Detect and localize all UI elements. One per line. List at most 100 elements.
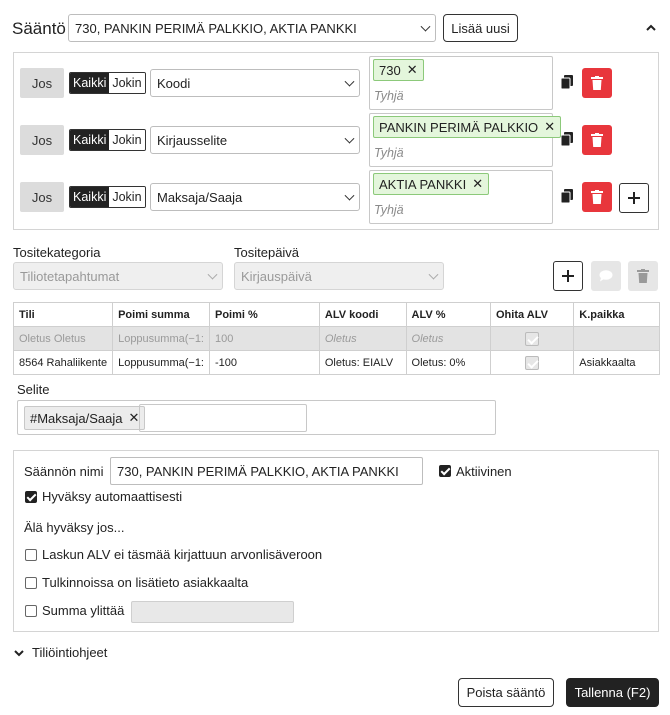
chevron-down-icon: [344, 76, 355, 87]
delete-condition-button[interactable]: [582, 125, 612, 155]
selite-tag: #Maksaja/Saaja ✕: [24, 406, 146, 430]
category-label: Tositekategoria: [13, 245, 101, 260]
toggle-any[interactable]: Jokin: [109, 130, 145, 150]
vat-mismatch-checkbox[interactable]: [25, 549, 37, 561]
column-header: Ohita ALV: [489, 302, 575, 327]
copy-icon[interactable]: [561, 132, 573, 146]
active-label: Aktiivinen: [456, 464, 512, 479]
condition-field-value: Kirjausselite: [157, 132, 228, 148]
table-cell[interactable]: Oletus: 0%: [405, 350, 491, 375]
selite-field[interactable]: #Maksaja/Saaja ✕: [17, 400, 496, 435]
condition-field-value: Koodi: [157, 75, 191, 91]
selite-label: Selite: [17, 382, 50, 397]
remove-tag-icon[interactable]: ✕: [129, 410, 140, 426]
condition-field-value: Maksaja/Saaja: [157, 189, 243, 205]
trash-icon: [591, 133, 603, 147]
active-checkbox[interactable]: [439, 465, 451, 477]
value-tag: 730 ✕: [373, 59, 424, 81]
date-label: Tositepäivä: [234, 245, 300, 260]
table-cell: [573, 326, 660, 351]
value-placeholder: Tyhjä: [374, 203, 404, 217]
condition-value-box[interactable]: PANKIN PERIMÄ PALKKIO ✕ Tyhjä: [369, 113, 562, 167]
auto-approve-checkbox[interactable]: [25, 491, 37, 503]
condition-value-box[interactable]: AKTIA PANKKI ✕ Tyhjä: [369, 170, 553, 224]
add-condition-button[interactable]: [619, 183, 649, 213]
extra-info-label: Tulkinnoissa on lisätieto asiakkaalta: [42, 575, 249, 590]
chevron-down-icon: [420, 21, 431, 32]
skip-vat-checkbox: [525, 355, 540, 370]
chevron-down-icon: [428, 269, 439, 280]
column-header: K.paikka: [573, 302, 660, 327]
table-row[interactable]: 8564 Rahaliikente Loppusumma(−1: -100 Ol…: [12, 350, 660, 375]
toggle-all[interactable]: Kaikki: [70, 130, 110, 150]
remove-tag-icon[interactable]: ✕: [472, 176, 483, 192]
table-cell[interactable]: Loppusumma(−1:: [112, 350, 210, 375]
toggle-any[interactable]: Jokin: [109, 187, 145, 207]
save-button[interactable]: Tallenna (F2): [566, 678, 659, 707]
delete-rule-button[interactable]: Poista sääntö: [458, 678, 554, 707]
column-header: ALV koodi: [318, 302, 407, 327]
copy-icon[interactable]: [561, 189, 573, 203]
extra-info-checkbox[interactable]: [25, 577, 37, 589]
toggle-any[interactable]: Jokin: [109, 73, 145, 93]
delete-row-button: [628, 261, 658, 291]
comment-button: [591, 261, 621, 291]
add-new-button[interactable]: Lisää uusi: [443, 14, 518, 42]
skip-vat-cell: [489, 326, 575, 351]
instructions-toggle[interactable]: Tiliöintiohjeet: [32, 645, 107, 660]
toggle-all[interactable]: Kaikki: [70, 73, 110, 93]
sum-exceeds-input: [131, 601, 294, 623]
match-toggle[interactable]: Kaikki Jokin: [69, 72, 146, 94]
table-cell[interactable]: Oletus: EIALV: [318, 350, 407, 375]
table-cell[interactable]: Asiakkaalta: [573, 350, 660, 375]
condition-value-box[interactable]: 730 ✕ Tyhjä: [369, 56, 553, 110]
trash-icon: [637, 269, 649, 283]
category-select: Tiliotetapahtumat: [13, 262, 223, 290]
chevron-up-icon[interactable]: [645, 23, 657, 33]
chevron-down-icon[interactable]: [14, 649, 24, 657]
table-cell: Oletus: [318, 326, 407, 351]
table-cell[interactable]: -100: [209, 350, 320, 375]
vat-mismatch-label: Laskun ALV ei täsmää kirjattuun arvonlis…: [42, 547, 323, 562]
value-placeholder: Tyhjä: [374, 146, 404, 160]
column-header: Poimi %: [209, 302, 320, 327]
column-header: ALV %: [405, 302, 491, 327]
remove-tag-icon[interactable]: ✕: [544, 119, 555, 135]
table-row: Oletus Oletus Loppusumma(−1: 100 Oletus …: [12, 326, 660, 351]
value-tag-label: 730: [379, 62, 401, 78]
sum-exceeds-checkbox[interactable]: [25, 605, 37, 617]
plus-icon: [628, 192, 640, 204]
delete-condition-button[interactable]: [582, 68, 612, 98]
condition-jos-label: Jos: [20, 68, 64, 98]
add-row-button[interactable]: [553, 261, 583, 291]
delete-condition-button[interactable]: [582, 182, 612, 212]
rule-select[interactable]: 730, PANKIN PERIMÄ PALKKIO, AKTIA PANKKI: [68, 14, 436, 42]
match-toggle[interactable]: Kaikki Jokin: [69, 186, 146, 208]
chevron-down-icon: [207, 269, 218, 280]
match-toggle[interactable]: Kaikki Jokin: [69, 129, 146, 151]
category-value: Tiliotetapahtumat: [20, 268, 120, 284]
selite-input[interactable]: [139, 404, 307, 432]
toggle-all[interactable]: Kaikki: [70, 187, 110, 207]
table-cell: 100: [209, 326, 320, 351]
remove-tag-icon[interactable]: ✕: [407, 62, 418, 78]
condition-field-select[interactable]: Kirjausselite: [150, 126, 360, 154]
copy-icon[interactable]: [561, 75, 573, 89]
column-header: Tili: [12, 302, 114, 327]
value-placeholder: Tyhjä: [374, 89, 404, 103]
plus-icon: [562, 270, 574, 282]
rule-name-input[interactable]: 730, PANKIN PERIMÄ PALKKIO, AKTIA PANKKI: [110, 457, 423, 485]
table-cell[interactable]: 8564 Rahaliikente: [12, 350, 114, 375]
chevron-down-icon: [344, 133, 355, 144]
condition-jos-label: Jos: [20, 182, 64, 212]
table-cell: Oletus: [405, 326, 491, 351]
skip-vat-checkbox: [525, 331, 540, 346]
comment-icon: [599, 270, 613, 282]
condition-field-select[interactable]: Maksaja/Saaja: [150, 183, 360, 211]
value-tag: AKTIA PANKKI ✕: [373, 173, 490, 195]
date-value: Kirjauspäivä: [241, 268, 312, 284]
trash-icon: [591, 76, 603, 90]
table-header-row: Tili Poimi summa Poimi % ALV koodi ALV %…: [12, 302, 660, 327]
skip-vat-cell: [489, 350, 575, 375]
condition-field-select[interactable]: Koodi: [150, 69, 360, 97]
